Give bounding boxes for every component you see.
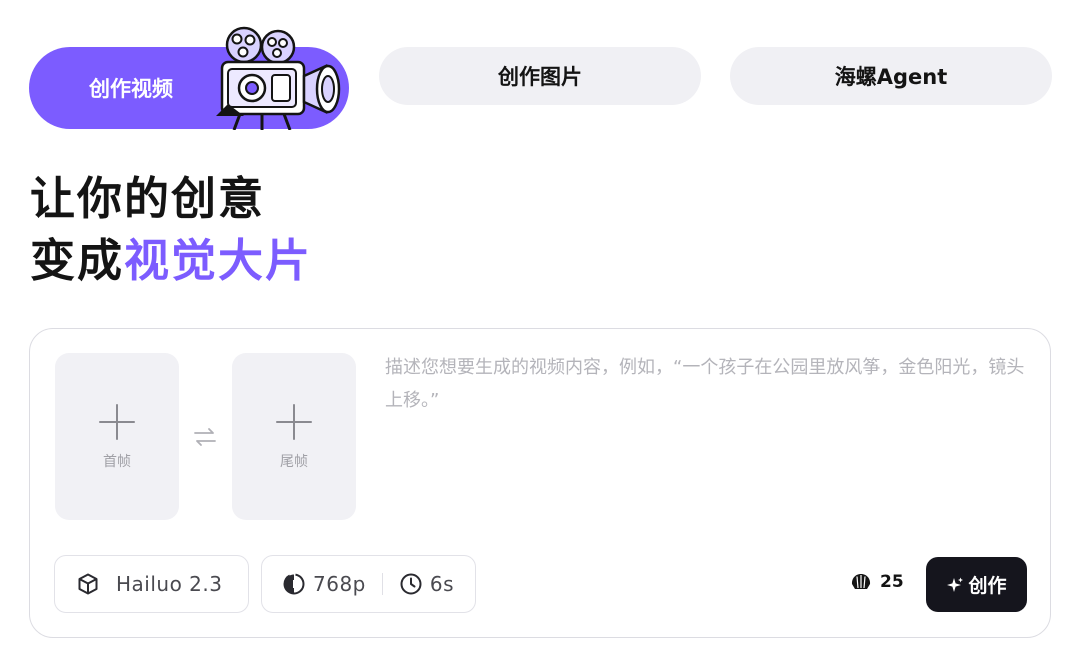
credits-cost: 25 [850,572,904,592]
last-frame-upload[interactable]: 尾帧 [232,353,356,520]
clock-icon [400,573,422,595]
headline-line-1: 让你的创意 [30,172,266,225]
plus-icon [99,404,135,440]
first-frame-upload[interactable]: 首帧 [55,353,179,520]
resolution-icon [283,573,305,595]
film-camera-illustration [216,26,341,130]
first-frame-label: 首帧 [103,454,131,470]
tab-create-video-label: 创作视频 [89,77,173,101]
plus-icon [276,404,312,440]
video-settings: 768p 6s [261,555,476,613]
hero-headline: 让你的创意 变成视觉大片 [30,168,312,292]
create-button[interactable]: 创作 [926,557,1027,612]
sparkle-icon [947,577,964,592]
resolution-selector[interactable]: 768p [282,572,366,596]
tab-hailuo-agent[interactable]: 海螺Agent [730,47,1052,105]
last-frame-label: 尾帧 [280,454,308,470]
tab-create-image[interactable]: 创作图片 [379,47,701,105]
tab-create-image-label: 创作图片 [498,65,582,89]
cube-icon [78,573,98,595]
headline-line-2-accent: 视觉大片 [124,234,313,287]
tab-hailuo-agent-label: 海螺Agent [834,65,948,89]
mode-tabs: 创作视频 创作图片 海螺Agent [29,20,1052,130]
resolution-value: 768p [313,572,366,596]
credits-count: 25 [880,572,904,592]
swap-arrows-icon[interactable] [192,424,218,450]
settings-divider [381,573,383,595]
model-name: Hailuo 2.3 [116,572,223,596]
duration-value: 6s [429,572,455,596]
prompt-input[interactable] [385,351,1025,511]
shell-icon [851,574,871,589]
model-selector[interactable]: Hailuo 2.3 [54,555,249,613]
video-composer-card: 首帧 尾帧 Hailuo 2.3 768p [29,328,1051,638]
duration-selector[interactable]: 6s [399,572,454,596]
headline-line-2-prefix: 变成 [30,234,125,287]
create-button-label: 创作 [968,575,1007,597]
